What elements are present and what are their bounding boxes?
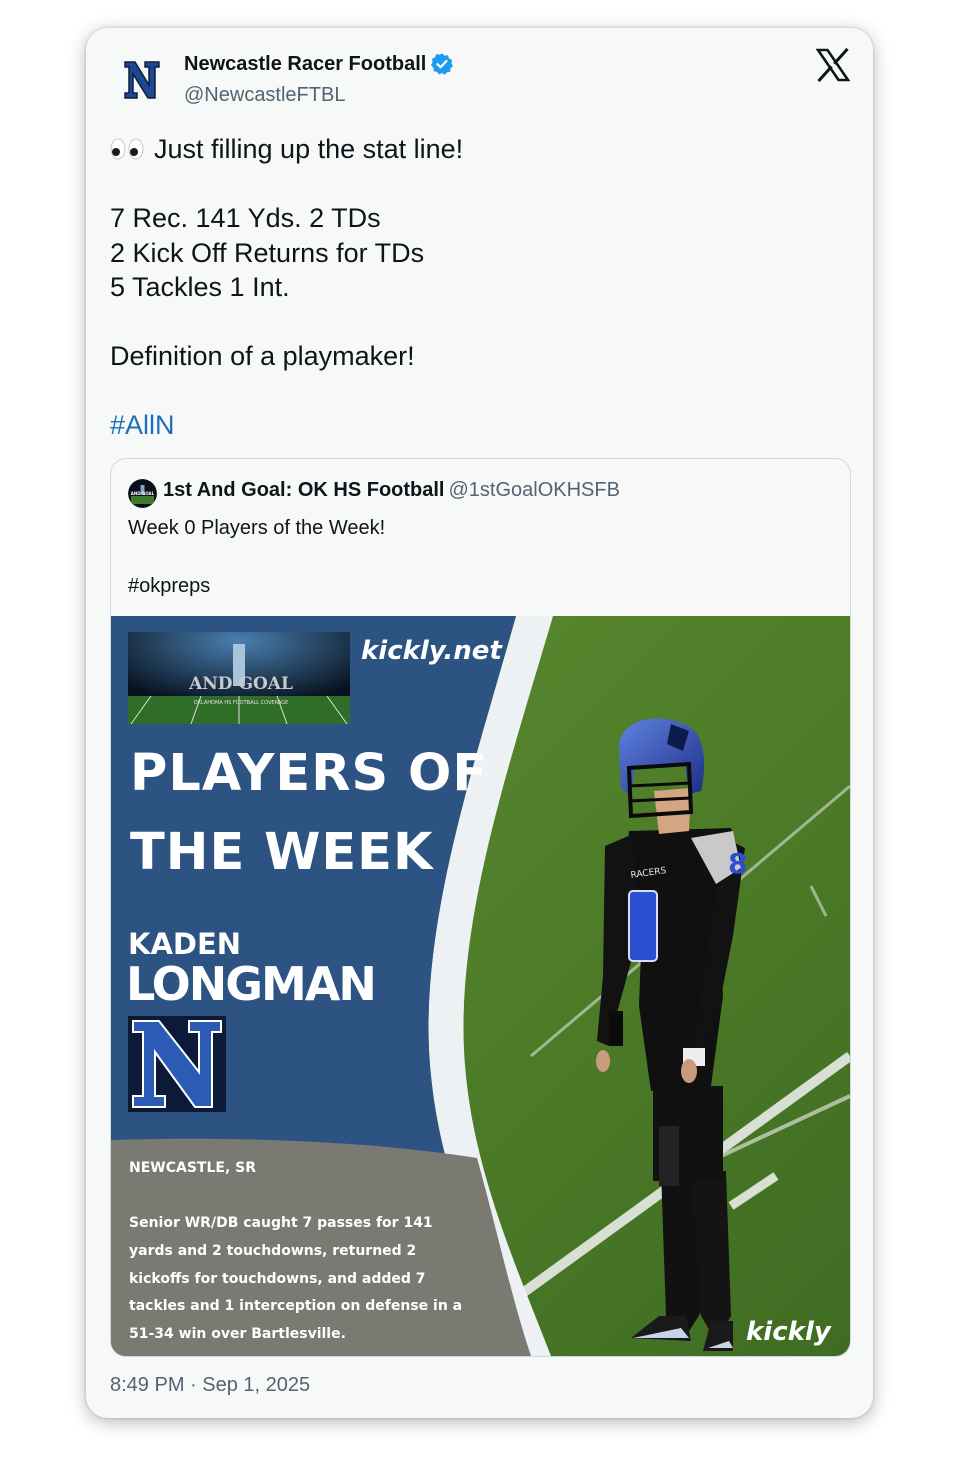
tweet-line-3: 7 Rec. 141 Yds. 2 TDs: [110, 203, 381, 233]
logo-text: AND GOAL: [188, 674, 293, 694]
author-name-text[interactable]: Newcastle Racer Football: [184, 53, 426, 76]
quoted-author-avatar[interactable]: AND GOAL: [128, 479, 157, 508]
quoted-author-handle[interactable]: @1stGoalOKHSFB: [448, 479, 619, 501]
tweet-line-5: 5 Tackles 1 Int.: [110, 272, 290, 302]
tweet-line-text: Just filling up the stat line!: [154, 134, 464, 164]
svg-text:AND GOAL: AND GOAL: [131, 491, 155, 496]
tweet-line-7: Definition of a playmaker!: [110, 341, 415, 371]
player-last-name: LONGMAN: [126, 957, 375, 1011]
watermark-text: kickly: [746, 1317, 832, 1347]
players-of-week-graphic[interactable]: AND GOAL OKLAHOMA HS FOOTBALL COVERAGE k…: [111, 616, 850, 1356]
tweet-body: Just filling up the stat line! 7 Rec. 14…: [110, 132, 850, 443]
tweet-card: N Newcastle Racer Football @NewcastleFTB…: [86, 28, 873, 1418]
newcastle-logo-avatar[interactable]: N: [122, 58, 162, 102]
title-line-2: THE WEEK: [130, 823, 435, 882]
quoted-text: Week 0 Players of the Week! #okpreps: [128, 517, 386, 597]
blurb-line-5: 51-34 win over Bartlesville.: [129, 1326, 346, 1342]
quoted-tweet[interactable]: AND GOAL 1st And Goal: OK HS Football @1s…: [110, 458, 851, 1357]
blurb-line-1: Senior WR/DB caught 7 passes for 141: [129, 1215, 433, 1231]
verified-badge-icon: [431, 53, 454, 75]
player-first-name: KADEN: [128, 927, 241, 961]
tweet-timestamp[interactable]: 8:49 PM · Sep 1, 2025: [110, 1374, 310, 1397]
author-handle[interactable]: @NewcastleFTBL: [184, 84, 345, 107]
tweet-line-6: [110, 305, 850, 340]
tweet-line-2: [110, 167, 850, 202]
school-year: NEWCASTLE, SR: [129, 1160, 256, 1176]
x-logo-icon[interactable]: [816, 48, 850, 82]
quoted-name-text[interactable]: 1st And Goal: OK HS Football: [163, 479, 444, 501]
title-line-1: PLAYERS OF: [130, 744, 488, 803]
tweet-line-1: Just filling up the stat line!: [110, 132, 850, 167]
brand-text: kickly.net: [361, 636, 503, 666]
tweet-line-8: [110, 374, 850, 409]
eyes-emoji-icon: [110, 138, 144, 160]
quoted-author-name[interactable]: 1st And Goal: OK HS Football @1stGoalOKHS…: [163, 479, 620, 502]
logo-subtext: OKLAHOMA HS FOOTBALL COVERAGE: [194, 700, 288, 706]
blurb-line-4: tackles and 1 interception on defense in…: [129, 1298, 462, 1314]
and-goal-logo: AND GOAL OKLAHOMA HS FOOTBALL COVERAGE: [128, 632, 350, 725]
blurb-line-2: yards and 2 touchdowns, returned 2: [129, 1243, 416, 1259]
jersey-number: 8: [728, 847, 747, 880]
tweet-line-4: 2 Kick Off Returns for TDs: [110, 237, 425, 268]
author-name[interactable]: Newcastle Racer Football: [184, 52, 454, 76]
blurb-line-3: kickoffs for touchdowns, and added 7: [129, 1271, 426, 1287]
hashtag-link[interactable]: #AllN: [110, 408, 850, 443]
